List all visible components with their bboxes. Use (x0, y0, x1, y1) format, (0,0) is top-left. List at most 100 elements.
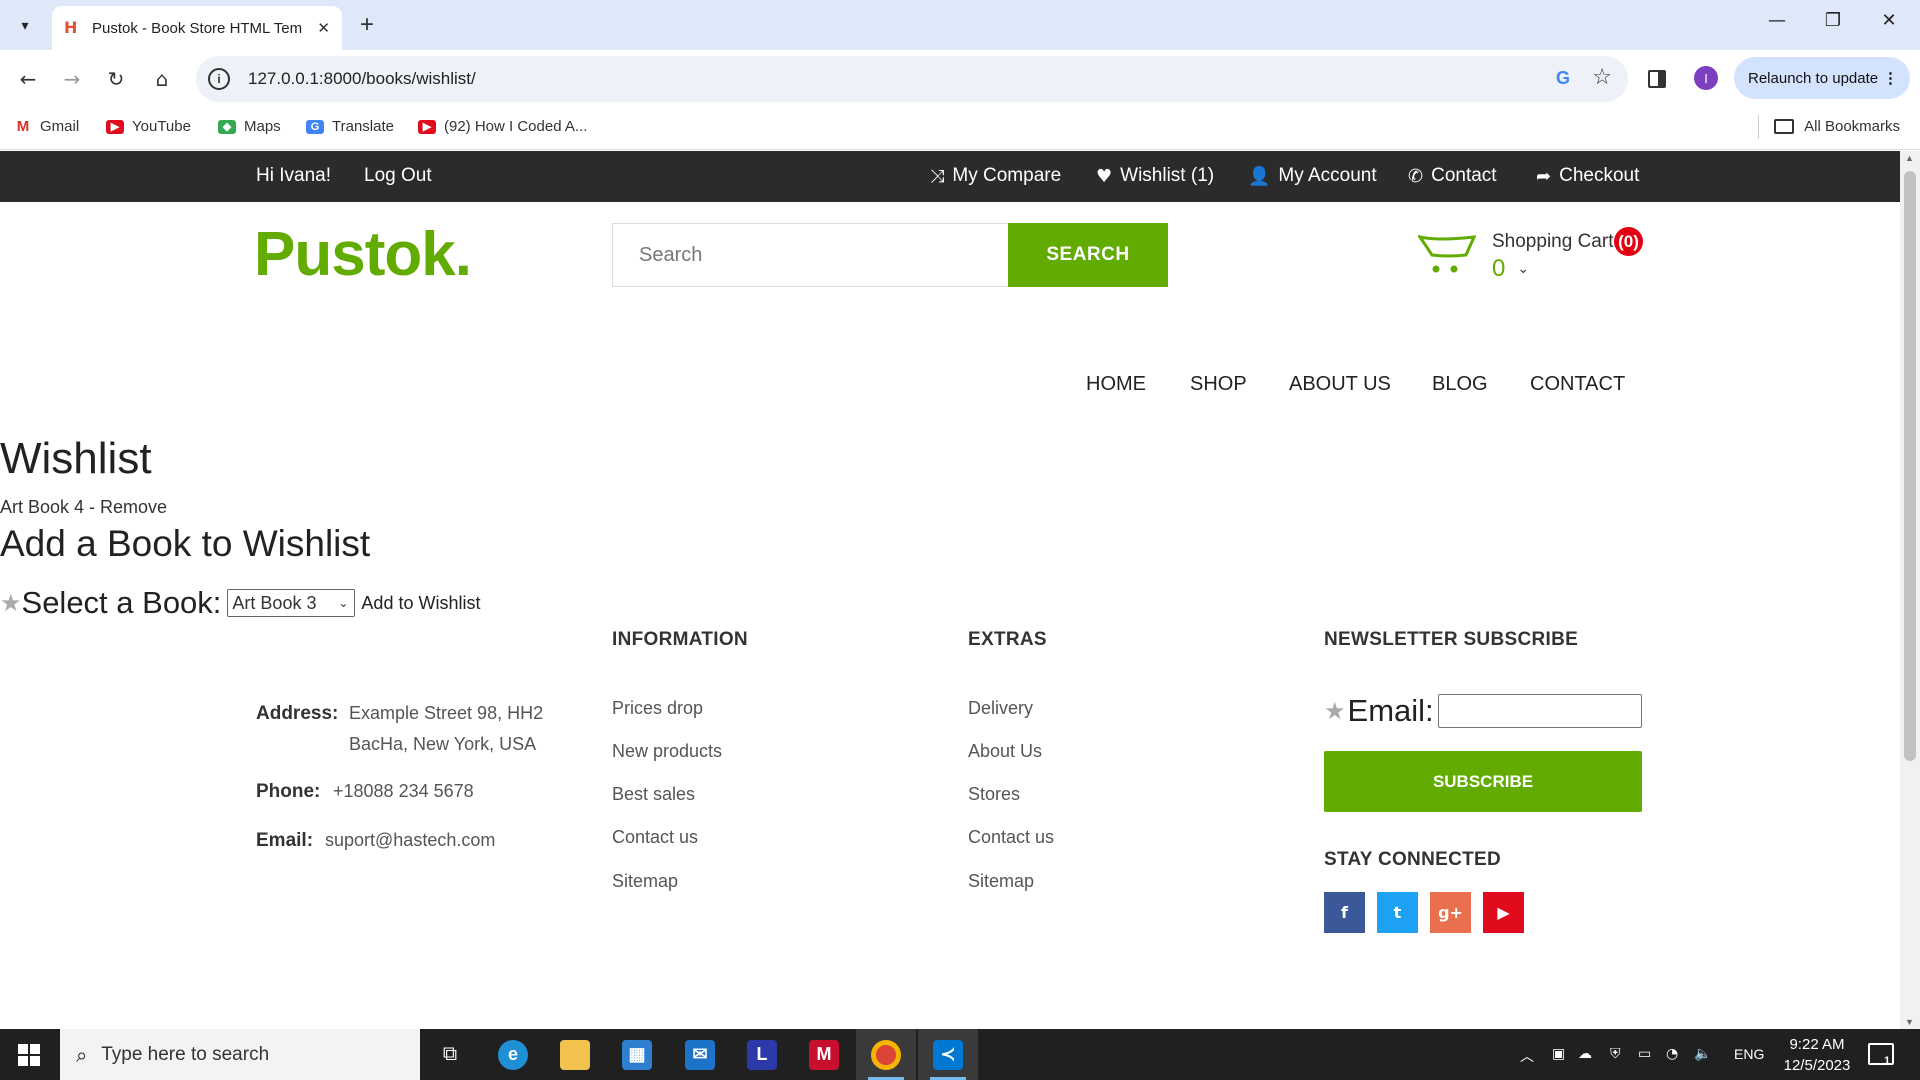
nav-shop[interactable]: SHOP (1190, 373, 1247, 396)
logout-link[interactable]: Log Out (364, 165, 432, 187)
phone-value: +18088 234 5678 (333, 781, 474, 801)
close-tab-icon[interactable]: ✕ (317, 19, 330, 37)
all-bookmarks-button[interactable]: All Bookmarks (1774, 118, 1900, 135)
taskbar-app-l[interactable]: L (732, 1029, 792, 1080)
compare-label: My Compare (952, 165, 1062, 186)
taskbar-file-explorer[interactable] (545, 1029, 605, 1080)
meet-icon[interactable]: ▣ (1552, 1046, 1565, 1062)
bookmark-gmail[interactable]: M Gmail (14, 118, 79, 135)
minimize-button[interactable]: — (1762, 10, 1792, 31)
taskbar-chrome[interactable] (856, 1029, 916, 1080)
task-view-button[interactable]: ⧉ (420, 1029, 480, 1080)
footer-link[interactable]: Sitemap (612, 871, 678, 892)
relaunch-button[interactable]: Relaunch to update ⋮ (1734, 57, 1910, 99)
bookmark-translate[interactable]: G Translate (306, 118, 394, 135)
site-favicon-icon: H (64, 18, 78, 37)
taskbar-mcafee[interactable]: M (794, 1029, 854, 1080)
footer-link[interactable]: Stores (968, 784, 1020, 805)
windows-start-icon[interactable] (18, 1044, 40, 1066)
footer-link[interactable]: Contact us (968, 827, 1054, 848)
footer-link[interactable]: Best sales (612, 784, 695, 805)
taskbar-vscode[interactable]: ≺ (918, 1029, 978, 1080)
search-input[interactable]: Search (612, 223, 1009, 287)
nav-contact[interactable]: CONTACT (1530, 373, 1625, 396)
close-window-button[interactable]: ✕ (1874, 10, 1904, 31)
shopping-cart-icon[interactable] (1418, 231, 1476, 275)
security-icon[interactable]: ⛨ (1610, 1046, 1621, 1062)
site-info-icon[interactable]: i (208, 68, 230, 90)
twitter-icon[interactable]: t (1377, 892, 1418, 933)
scroll-thumb[interactable] (1904, 171, 1916, 761)
restore-button[interactable]: ❐ (1818, 10, 1848, 31)
nav-about-us[interactable]: ABOUT US (1289, 373, 1391, 396)
scroll-up-icon[interactable]: ▲ (1905, 153, 1914, 163)
compare-link[interactable]: ⤨ My Compare (930, 165, 1061, 187)
wishlist-link[interactable]: ♥ Wishlist (1) (1096, 165, 1214, 187)
phone-icon: ✆ (1408, 165, 1424, 187)
facebook-icon[interactable]: f (1324, 892, 1365, 933)
reload-button[interactable]: ↻ (100, 63, 132, 95)
clock-time: 9:22 AM (1789, 1036, 1845, 1053)
volume-icon[interactable]: 🔈 (1694, 1046, 1711, 1062)
footer-link[interactable]: Prices drop (612, 698, 703, 719)
scroll-down-icon[interactable]: ▼ (1905, 1017, 1914, 1027)
browser-tab[interactable]: H Pustok - Book Store HTML Tem ✕ (52, 6, 342, 50)
subscribe-button[interactable]: SUBSCRIBE (1324, 751, 1642, 812)
address-bar[interactable]: i 127.0.0.1:8000/books/wishlist/ G ☆ (196, 56, 1628, 102)
forward-button[interactable]: → (56, 63, 88, 95)
star-icon: ★ (0, 589, 22, 617)
url-text[interactable]: 127.0.0.1:8000/books/wishlist/ (248, 69, 476, 89)
site-logo[interactable]: Pustok. (254, 219, 472, 290)
gmail-icon: M (14, 118, 32, 135)
wifi-icon[interactable]: ◔ (1666, 1046, 1678, 1062)
bookmarks-separator (1758, 115, 1759, 139)
bookmark-video[interactable]: ▶ (92) How I Coded A... (418, 118, 587, 135)
page-scrollbar[interactable]: ▲ ▼ (1900, 151, 1920, 1029)
bookmark-star-icon[interactable]: ☆ (1592, 65, 1612, 90)
footer-link[interactable]: New products (612, 741, 722, 762)
star-icon: ★ (1324, 697, 1346, 725)
footer-link[interactable]: Contact us (612, 827, 698, 848)
footer-link[interactable]: Sitemap (968, 871, 1034, 892)
profile-avatar[interactable]: I (1694, 66, 1718, 90)
google-plus-icon[interactable]: g+ (1430, 892, 1471, 933)
mail-icon: ✉ (685, 1039, 715, 1070)
chevron-down-icon: ⌄ (1517, 261, 1530, 277)
new-tab-button[interactable]: + (352, 10, 382, 40)
onedrive-icon[interactable]: ☁ (1578, 1046, 1592, 1062)
home-button[interactable]: ⌂ (146, 63, 178, 95)
newsletter-email-field[interactable] (1437, 694, 1642, 728)
tab-search-button[interactable]: ▾ (10, 10, 40, 40)
taskbar-edge[interactable]: e (483, 1029, 543, 1080)
nav-blog[interactable]: BLOG (1432, 373, 1488, 396)
side-panel-icon[interactable] (1648, 70, 1666, 88)
taskbar-mail[interactable]: ✉ (670, 1029, 730, 1080)
taskbar-search-input[interactable]: ⌕ Type here to search (60, 1029, 420, 1080)
taskbar-store[interactable]: ▦ (607, 1029, 667, 1080)
language-indicator[interactable]: ENG (1734, 1046, 1764, 1062)
cart-total[interactable]: 0 ⌄ (1492, 255, 1529, 283)
show-hidden-icons[interactable]: ︿ (1520, 1046, 1534, 1066)
nav-home[interactable]: HOME (1086, 373, 1146, 396)
add-to-wishlist-button[interactable]: Add to Wishlist (361, 593, 480, 614)
chrome-icon (871, 1039, 901, 1070)
back-button[interactable]: ← (12, 63, 44, 95)
taskbar-clock[interactable]: 9:22 AM 12/5/2023 (1772, 1034, 1862, 1076)
user-icon: 👤 (1248, 165, 1271, 187)
notification-count: 1 (1884, 1055, 1891, 1067)
more-menu-icon[interactable]: ⋮ (1883, 69, 1898, 87)
footer-link[interactable]: About Us (968, 741, 1042, 762)
youtube-icon[interactable]: ▶ (1483, 892, 1524, 933)
cart-label[interactable]: Shopping Cart (1492, 231, 1613, 253)
footer-link[interactable]: Delivery (968, 698, 1033, 719)
checkout-link[interactable]: ➦ Checkout (1536, 165, 1639, 187)
battery-icon[interactable]: ▭ (1638, 1046, 1651, 1062)
bookmark-youtube[interactable]: ▶ YouTube (106, 118, 191, 135)
bookmark-maps[interactable]: ◆ Maps (218, 118, 281, 135)
account-link[interactable]: 👤 My Account (1248, 165, 1377, 187)
wishlist-item-remove-link[interactable]: Art Book 4 - Remove (0, 497, 167, 518)
book-select-dropdown[interactable]: Art Book 3 ⌄ (227, 589, 356, 617)
search-button[interactable]: SEARCH (1008, 223, 1168, 287)
contact-link[interactable]: ✆ Contact (1408, 165, 1497, 187)
google-lens-icon[interactable]: G (1556, 68, 1570, 89)
